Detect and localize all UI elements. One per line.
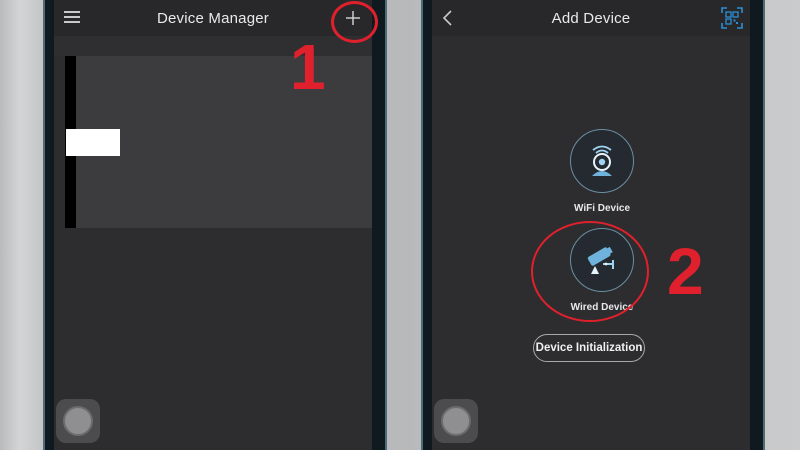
- wired-device-highlight: [531, 221, 649, 322]
- assistive-touch-icon: [441, 406, 471, 436]
- add-button-highlight: [331, 1, 378, 43]
- assistive-touch-button[interactable]: [434, 399, 478, 443]
- page-title: Add Device: [551, 9, 631, 27]
- assistive-touch-button[interactable]: [56, 399, 100, 443]
- page-title: Device Manager: [156, 9, 270, 27]
- assistive-touch-icon: [63, 406, 93, 436]
- wifi-device-circle: [570, 129, 634, 193]
- step-number-2: 2: [667, 234, 704, 308]
- step-number-1: 1: [290, 31, 326, 103]
- device-initialization-button[interactable]: Device Initialization: [533, 334, 645, 362]
- redacted-block: [66, 129, 120, 156]
- wifi-device-label: WiFi Device: [573, 203, 631, 214]
- qr-scan-button[interactable]: [721, 7, 743, 29]
- wifi-device-option[interactable]: WiFi Device: [547, 129, 657, 214]
- qr-scan-icon: [721, 7, 743, 29]
- page: Device Manager Add Device WiFi Device Wi…: [0, 0, 800, 450]
- wifi-camera-icon: [592, 145, 612, 176]
- menu-icon[interactable]: [64, 11, 80, 25]
- add-device-header: Add Device: [432, 0, 750, 36]
- back-button[interactable]: [438, 8, 458, 28]
- chevron-left-icon: [442, 10, 452, 26]
